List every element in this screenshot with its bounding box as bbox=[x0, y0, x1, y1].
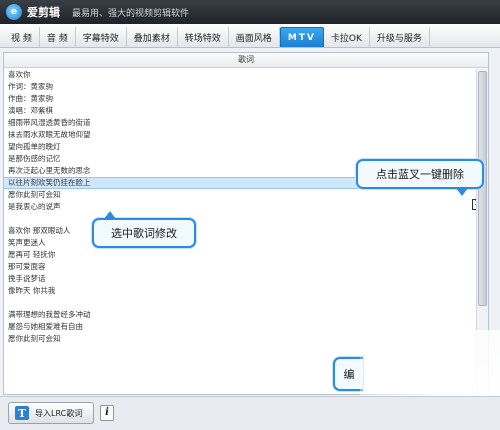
lyric-row[interactable]: 像昨天 你共我 bbox=[4, 285, 488, 297]
import-lrc-button[interactable]: T 导入LRC歌词 bbox=[8, 402, 94, 424]
lyric-row[interactable]: 那可爱面容 bbox=[4, 261, 488, 273]
lyric-row[interactable]: 细雨带风湿透黄昏的街道 bbox=[4, 117, 488, 129]
tab-5[interactable]: 画面风格 bbox=[229, 27, 280, 47]
lyric-row[interactable] bbox=[4, 213, 488, 225]
edit-hint-text: 选中歌词修改 bbox=[111, 227, 177, 240]
lyric-row[interactable]: 满带理想的我曾经多冲动 bbox=[4, 309, 488, 321]
lyric-row[interactable]: 望向孤单的晚灯 bbox=[4, 141, 488, 153]
lyric-row[interactable]: 喜欢你 那双眼动人 bbox=[4, 225, 488, 237]
tab-4[interactable]: 转场特效 bbox=[178, 27, 229, 47]
tab-6[interactable]: MTV bbox=[279, 27, 324, 47]
tab-8[interactable]: 升级与服务 bbox=[370, 27, 430, 47]
lyric-row[interactable]: 愿再可 轻抚你 bbox=[4, 249, 488, 261]
lyric-row[interactable]: 是我衷心的说声 bbox=[4, 201, 488, 213]
lyric-row[interactable]: 喜欢你 bbox=[4, 69, 488, 81]
lyric-row[interactable]: 挽手说梦话 bbox=[4, 273, 488, 285]
main-tabs: 视 频音 频字幕特效 叠加素材 转场特效 画面风格 MTV 卡拉OK 升级与服务 bbox=[0, 24, 500, 48]
partial-hint-callout: 编 bbox=[333, 357, 363, 391]
lyric-row[interactable]: 抹去雨水双眼无故地仰望 bbox=[4, 129, 488, 141]
lyrics-header: 歌词 bbox=[4, 53, 488, 68]
lyrics-list: 喜欢你 作词：黄家驹 作曲：黄家驹 演唱：邓紫棋 细雨带风湿透黄昏的街道 抹去雨水双眼无故… bbox=[4, 69, 488, 345]
title-bar: e 爱剪辑 最易用、强大的视频剪辑软件 bbox=[0, 0, 500, 24]
app-logo-icon: e bbox=[6, 4, 22, 20]
app-slogan: 最易用、强大的视频剪辑软件 bbox=[72, 8, 190, 19]
tab-7[interactable]: 卡拉OK bbox=[324, 27, 370, 47]
delete-hint-callout: 点击蓝叉一键删除 bbox=[356, 159, 484, 196]
tab-3[interactable]: 叠加素材 bbox=[127, 27, 178, 47]
lyric-row[interactable]: 愿你此刻可会知 bbox=[4, 189, 488, 201]
app-title: 爱剪辑 bbox=[27, 6, 60, 19]
tab-0[interactable]: 视 频 bbox=[4, 27, 40, 47]
info-icon[interactable]: i bbox=[100, 405, 114, 421]
partial-hint-text: 编 bbox=[343, 368, 355, 381]
footer-bar: T 导入LRC歌词 i bbox=[0, 396, 500, 430]
tab-1[interactable]: 音 频 bbox=[40, 27, 76, 47]
delete-hint-text: 点击蓝叉一键删除 bbox=[376, 168, 464, 181]
lyric-row[interactable]: 笑声更迷人 bbox=[4, 237, 488, 249]
lyric-row[interactable] bbox=[4, 297, 488, 309]
text-t-icon: T bbox=[15, 406, 29, 420]
lyric-row[interactable]: 作曲：黄家驹 bbox=[4, 93, 488, 105]
edit-hint-callout: 选中歌词修改 bbox=[92, 211, 196, 248]
lyric-row[interactable]: 作词：黄家驹 bbox=[4, 81, 488, 93]
tab-2[interactable]: 字幕特效 bbox=[76, 27, 127, 47]
lyric-row[interactable]: 演唱：邓紫棋 bbox=[4, 105, 488, 117]
import-lrc-label: 导入LRC歌词 bbox=[35, 408, 83, 418]
